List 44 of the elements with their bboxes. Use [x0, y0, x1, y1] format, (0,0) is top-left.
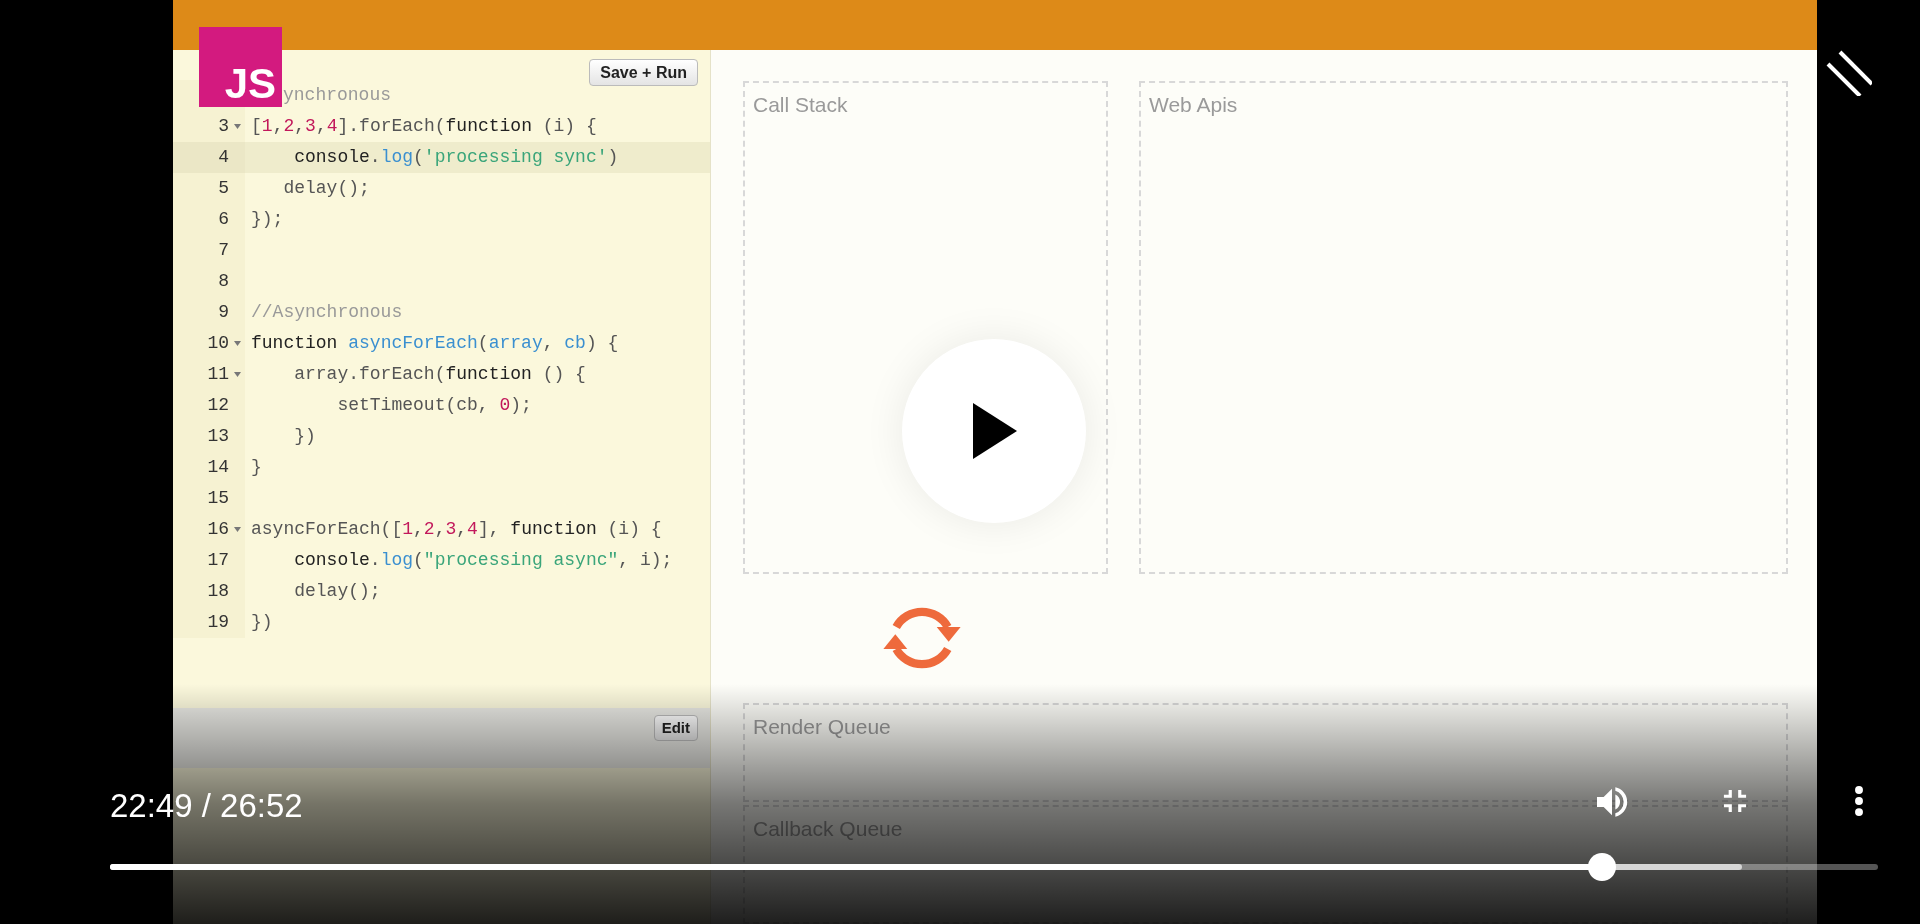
video-time: 22:49 / 26:52 [110, 786, 303, 826]
code-text: delay(); [282, 177, 370, 200]
panel-label: Web Apis [1149, 93, 1238, 116]
line-number: 12 [207, 394, 229, 417]
slash-lines-icon[interactable] [1826, 50, 1872, 96]
code-text: [1,2,3,4].forEach(function (i) { [250, 115, 597, 138]
code-text: }) [250, 611, 273, 634]
code-text: setTimeout(cb, 0); [336, 394, 532, 417]
code-text: console.log("processing async", i); [293, 549, 673, 572]
line-number: 3 [218, 115, 229, 138]
panel-label: Render Queue [753, 714, 891, 738]
line-number: 14 [207, 456, 229, 479]
fold-caret-icon[interactable] [233, 372, 241, 377]
line-number: 19 [207, 611, 229, 634]
line-number: 18 [207, 580, 229, 603]
code-text: delay(); [293, 580, 381, 603]
edit-button[interactable]: Edit [653, 715, 698, 741]
code-text: } [250, 456, 262, 479]
fold-caret-icon[interactable] [233, 527, 241, 532]
line-number: 7 [218, 239, 229, 262]
code-text: array.forEach(function () { [293, 363, 586, 386]
line-number: 11 [207, 363, 229, 386]
save-run-button[interactable]: Save + Run [589, 59, 698, 86]
code-text: console.log('processing sync') [293, 146, 619, 169]
line-number: 8 [218, 270, 229, 293]
line-number: 15 [207, 487, 229, 510]
fold-caret-icon[interactable] [233, 341, 241, 346]
line-number: 17 [207, 549, 229, 572]
line-number: 5 [218, 177, 229, 200]
js-channel-badge: JS [199, 27, 282, 107]
code-text: function asyncForEach(array, cb) { [250, 332, 619, 355]
line-number: 10 [207, 332, 229, 355]
code-text: }) [293, 425, 316, 448]
play-icon [971, 403, 1017, 459]
fold-caret-icon[interactable] [233, 124, 241, 129]
line-number: 6 [218, 208, 229, 231]
code-text: }); [250, 208, 284, 231]
line-number: 4 [218, 146, 229, 169]
code-comment: //Asynchronous [250, 301, 403, 324]
panel-label: Call Stack [753, 93, 848, 116]
line-number: 9 [218, 301, 229, 324]
line-number: 13 [207, 425, 229, 448]
line-number: 16 [207, 518, 229, 541]
code-text: asyncForEach([1,2,3,4], function (i) { [250, 518, 662, 541]
